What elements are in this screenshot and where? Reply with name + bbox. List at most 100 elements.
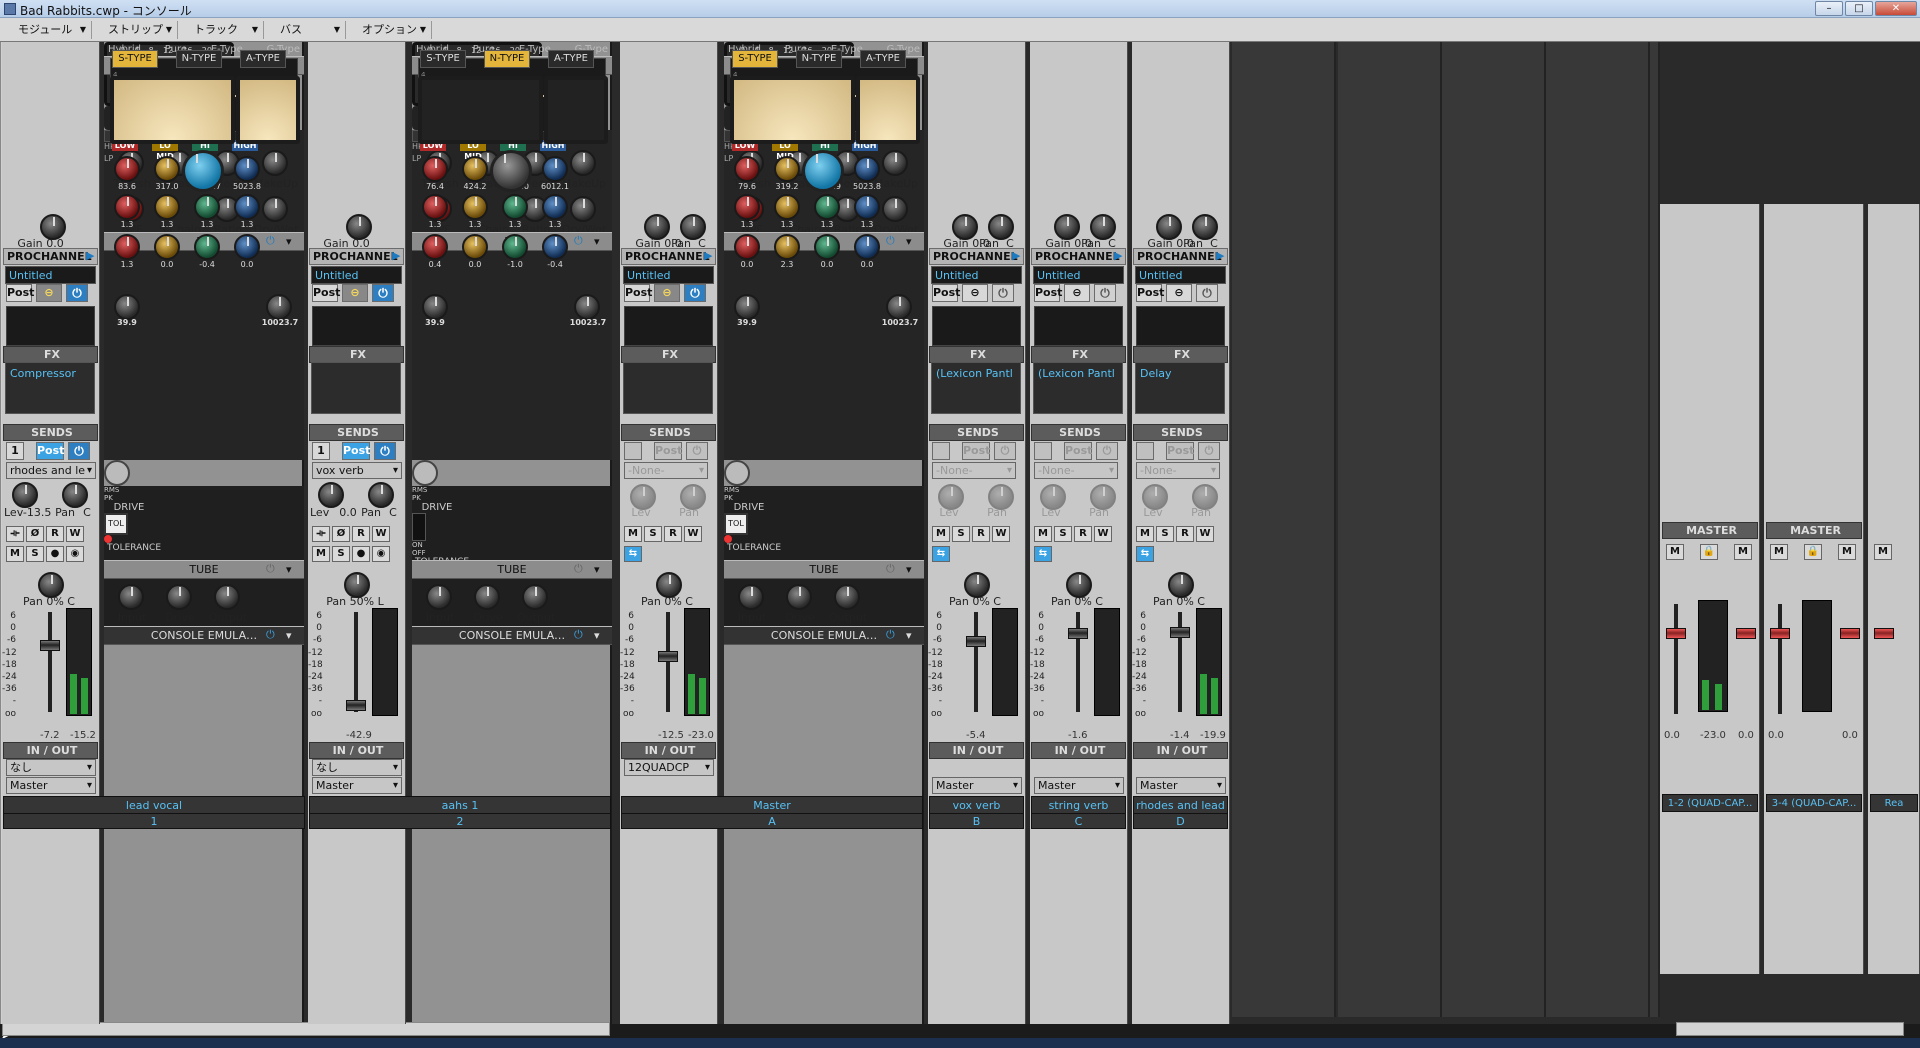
fx-plugin-name[interactable]: (Lexicon Pantl [1038, 367, 1120, 380]
tube-output-knob[interactable] [522, 584, 548, 610]
chevron-down-icon[interactable]: ▾ [906, 630, 912, 641]
close-button[interactable]: ✕ [1875, 1, 1917, 16]
power-icon[interactable]: ⏻ [886, 629, 895, 640]
chevron-down-icon[interactable]: ▾ [906, 564, 912, 575]
menu-options[interactable]: オプション ▼ [348, 21, 432, 39]
send-post-button[interactable]: Post [36, 442, 64, 460]
mute-button[interactable]: M [1770, 544, 1788, 560]
bus-route-icon[interactable]: ⇆ [1136, 546, 1154, 562]
compressor-makeup-knob[interactable] [882, 150, 908, 176]
output-select[interactable]: Master [1034, 777, 1124, 794]
input-select[interactable]: なし [312, 759, 402, 776]
power-icon[interactable]: ⏻ [574, 629, 583, 640]
power-icon[interactable]: ⏻ [684, 284, 706, 302]
power-icon[interactable]: ⏻ [266, 629, 275, 640]
eq-band-knob[interactable] [814, 194, 840, 220]
master-output-name[interactable]: 3-4 (QUAD-CAP... [1766, 794, 1862, 812]
eq-band-knob[interactable] [154, 234, 180, 260]
send-target-select[interactable]: -None- [1034, 462, 1118, 479]
bus-route-icon[interactable]: ⇆ [624, 546, 642, 562]
solo-button[interactable]: S [644, 526, 662, 542]
solo-button[interactable]: S [26, 546, 44, 562]
mute-button[interactable]: M [1734, 544, 1752, 560]
output-select[interactable]: Master [932, 777, 1022, 794]
chevron-down-icon[interactable]: ▾ [594, 236, 600, 247]
post-button[interactable]: Post [932, 284, 960, 302]
post-button[interactable]: Post [312, 284, 340, 302]
compressor-makeup-knob[interactable] [262, 150, 288, 176]
solo-button[interactable]: S [952, 526, 970, 542]
eq-band-knob[interactable] [814, 234, 840, 260]
prochannel-module-icon[interactable]: ⊖ [36, 284, 62, 302]
send-target-select[interactable]: vox verb [312, 462, 402, 479]
power-icon[interactable]: ⏻ [574, 563, 583, 574]
prochannel-expand-icon[interactable]: ▶ [704, 250, 714, 261]
write-automation-button[interactable]: W [66, 526, 84, 542]
power-icon[interactable]: ⏻ [1196, 284, 1218, 302]
drive-knob[interactable] [182, 150, 224, 192]
master-output-name[interactable]: Rea [1870, 794, 1918, 812]
send-target-select[interactable]: -None- [1136, 462, 1220, 479]
tolerance-button[interactable]: TOL [104, 513, 128, 535]
lock-icon[interactable]: 🔒 [1804, 544, 1822, 560]
console-type-a-type[interactable]: A-TYPE [240, 50, 286, 68]
volume-fader[interactable] [1170, 627, 1190, 639]
power-icon[interactable]: ⏻ [886, 235, 895, 246]
phase-icon[interactable]: Ø [332, 526, 350, 542]
write-automation-button[interactable]: W [372, 526, 390, 542]
power-icon[interactable]: ⏻ [266, 563, 275, 574]
track-name[interactable]: string verb [1031, 796, 1126, 814]
write-automation-button[interactable]: W [1196, 526, 1214, 542]
eq-band-knob[interactable] [422, 156, 448, 182]
record-arm-icon[interactable]: ● [46, 546, 64, 562]
compressor-drywet-knob[interactable] [262, 196, 288, 222]
lp-knob[interactable] [574, 294, 600, 320]
console-type-n-type[interactable]: N-TYPE [796, 50, 842, 68]
console-type-s-type[interactable]: S-TYPE [112, 50, 158, 68]
lock-icon[interactable]: 🔒 [1700, 544, 1718, 560]
master-fader-right[interactable] [1736, 628, 1756, 639]
output-select[interactable]: Master [312, 777, 402, 794]
send-target-select[interactable]: -None- [624, 462, 708, 479]
prochannel-expand-icon[interactable]: ▶ [392, 250, 402, 261]
master-output-name[interactable]: 1-2 (QUAD-CAP... [1662, 794, 1758, 812]
fx-plugin-name[interactable]: Delay [1140, 367, 1222, 380]
mute-button[interactable]: M [312, 546, 330, 562]
eq-band-knob[interactable] [734, 156, 760, 182]
send-power-icon[interactable]: ⏻ [686, 442, 708, 460]
tube-drive-knob[interactable] [166, 584, 192, 610]
menu-strip[interactable]: ストリップ ▼ [94, 21, 178, 39]
prochannel-expand-icon[interactable]: ▶ [1114, 250, 1124, 261]
mute-button[interactable]: M [1838, 544, 1856, 560]
tube-output-knob[interactable] [214, 584, 240, 610]
eq-band-knob[interactable] [542, 234, 568, 260]
lp-knob[interactable] [266, 294, 292, 320]
send-pan-knob[interactable] [368, 482, 394, 508]
track-name[interactable]: aahs 1 [309, 796, 611, 814]
menu-module[interactable]: モジュール ▼ [4, 21, 92, 39]
eq-band-knob[interactable] [154, 156, 180, 182]
eq-band-knob[interactable] [114, 234, 140, 260]
power-icon[interactable]: ⏻ [992, 284, 1014, 302]
console-type-a-type[interactable]: A-TYPE [548, 50, 594, 68]
mute-button[interactable]: M [932, 526, 950, 542]
tolerance-switch[interactable] [412, 513, 426, 541]
prochannel-module-icon[interactable]: ⊖ [342, 284, 368, 302]
eq-band-knob[interactable] [462, 156, 488, 182]
console-type-s-type[interactable]: S-TYPE [420, 50, 466, 68]
volume-fader[interactable] [658, 650, 678, 662]
compressor-makeup-knob[interactable] [570, 150, 596, 176]
record-arm-icon[interactable]: ● [352, 546, 370, 562]
power-icon[interactable]: ⏻ [66, 284, 88, 302]
eq-band-knob[interactable] [542, 156, 568, 182]
hp-knob[interactable] [114, 294, 140, 320]
mute-button[interactable]: M [6, 546, 24, 562]
solo-button[interactable]: S [1156, 526, 1174, 542]
menu-track[interactable]: トラック ▼ [180, 21, 264, 39]
fx-bin[interactable]: (Lexicon Pantl [1033, 362, 1123, 414]
eq-band-knob[interactable] [462, 194, 488, 220]
fx-bin[interactable]: Delay [1135, 362, 1225, 414]
drive-knob[interactable] [802, 150, 844, 192]
hp-knob[interactable] [422, 294, 448, 320]
power-icon[interactable]: ⏻ [886, 563, 895, 574]
